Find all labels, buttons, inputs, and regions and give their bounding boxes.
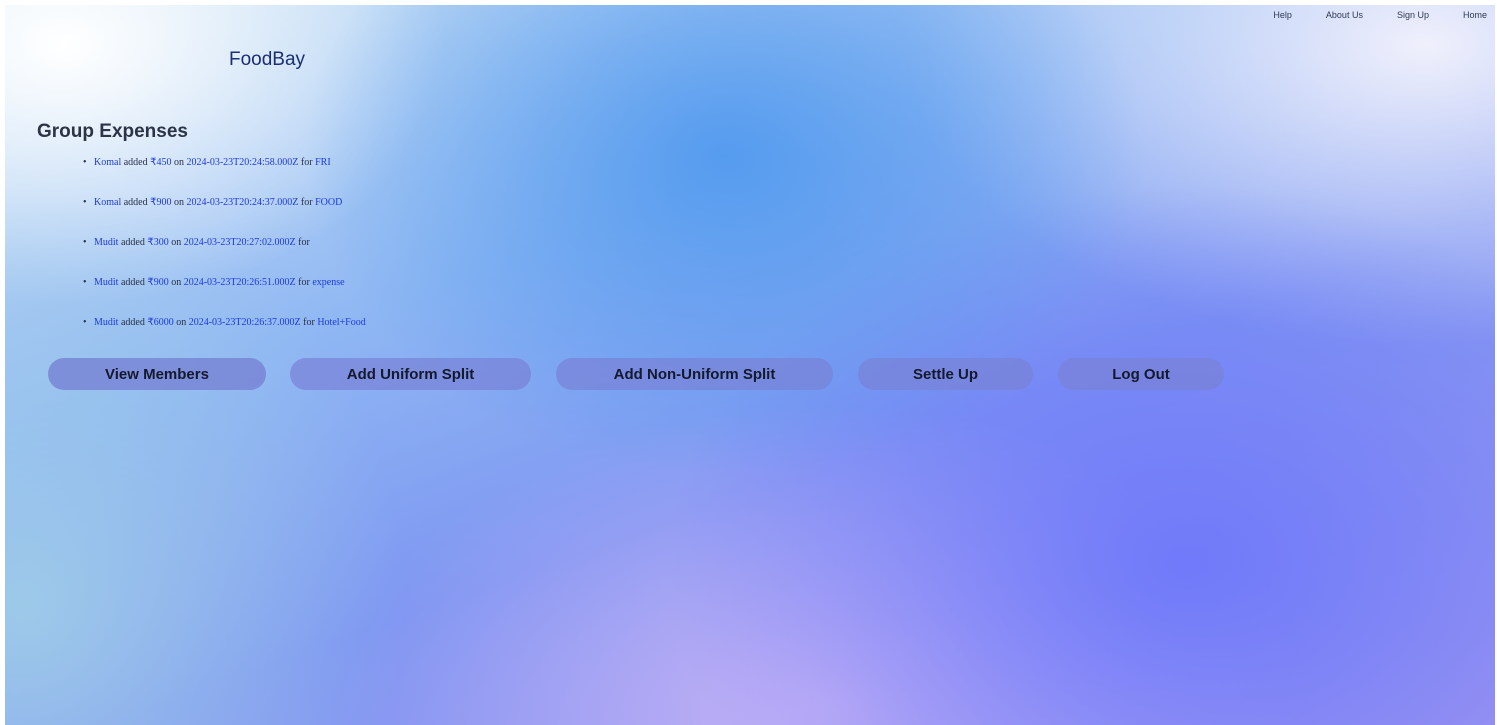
page-title: Group Expenses [37, 121, 188, 142]
view-members-button[interactable]: View Members [48, 358, 266, 390]
expense-user: Mudit [94, 237, 119, 248]
expense-user: Mudit [94, 317, 119, 328]
expense-on-text: on [171, 157, 187, 168]
bullet-icon: • [83, 237, 87, 248]
expense-for-text: for [298, 157, 316, 168]
expense-amount: ₹300 [147, 237, 169, 248]
expense-list: • Komal added ₹450 on 2024-03-23T20:24:58… [83, 156, 366, 356]
expense-added-text: added [121, 157, 151, 168]
action-button-row: View Members Add Uniform Split Add Non-U… [5, 358, 1495, 390]
expense-for-text: for [300, 317, 318, 328]
expense-on-text: on [168, 237, 184, 248]
expense-date: 2024-03-23T20:27:02.000Z [183, 237, 296, 248]
expense-amount: ₹900 [147, 277, 169, 288]
settle-up-button[interactable]: Settle Up [858, 358, 1033, 390]
expense-added-text: added [118, 277, 148, 288]
expense-user: Mudit [94, 277, 119, 288]
expense-on-text: on [171, 197, 187, 208]
expense-description: FRI [315, 157, 331, 168]
nav-home-link[interactable]: Home [1463, 10, 1487, 20]
top-nav: Help About Us Sign Up Home [1239, 10, 1487, 20]
expense-item: • Komal added ₹450 on 2024-03-23T20:24:58… [83, 156, 366, 196]
expense-amount: ₹6000 [147, 317, 174, 328]
add-uniform-split-button[interactable]: Add Uniform Split [290, 358, 531, 390]
expense-date: 2024-03-23T20:26:51.000Z [183, 277, 296, 288]
brand-logo-text: FoodBay [229, 49, 306, 70]
expense-on-text: on [168, 277, 184, 288]
expense-description: FOOD [315, 197, 343, 208]
expense-description: Hotel+Food [317, 317, 366, 328]
bullet-icon: • [83, 197, 87, 208]
expense-date: 2024-03-23T20:26:37.000Z [188, 317, 301, 328]
expense-for-text: for [298, 197, 316, 208]
log-out-button[interactable]: Log Out [1058, 358, 1224, 390]
expense-date: 2024-03-23T20:24:58.000Z [186, 157, 299, 168]
expense-on-text: on [173, 317, 189, 328]
expense-for-text: for [295, 237, 310, 248]
bullet-icon: • [83, 317, 87, 328]
expense-for-text: for [295, 277, 313, 288]
nav-help-link[interactable]: Help [1273, 10, 1292, 20]
expense-user: Komal [94, 157, 122, 168]
bullet-icon: • [83, 277, 87, 288]
expense-description: expense [312, 277, 345, 288]
add-non-uniform-split-button[interactable]: Add Non-Uniform Split [556, 358, 833, 390]
nav-sign-up-link[interactable]: Sign Up [1397, 10, 1429, 20]
expense-added-text: added [118, 317, 148, 328]
expense-user: Komal [94, 197, 122, 208]
expense-item: • Mudit added ₹300 on 2024-03-23T20:27:02… [83, 236, 366, 276]
expense-date: 2024-03-23T20:24:37.000Z [186, 197, 299, 208]
expense-added-text: added [118, 237, 148, 248]
expense-item: • Mudit added ₹900 on 2024-03-23T20:26:51… [83, 276, 366, 316]
expense-added-text: added [121, 197, 151, 208]
expense-amount: ₹900 [150, 197, 172, 208]
expense-amount: ₹450 [150, 157, 172, 168]
page-background: Help About Us Sign Up Home FoodBay Group… [5, 5, 1495, 725]
expense-item: • Mudit added ₹6000 on 2024-03-23T20:26:3… [83, 316, 366, 356]
bullet-icon: • [83, 157, 87, 168]
nav-about-us-link[interactable]: About Us [1326, 10, 1363, 20]
expense-item: • Komal added ₹900 on 2024-03-23T20:24:37… [83, 196, 366, 236]
